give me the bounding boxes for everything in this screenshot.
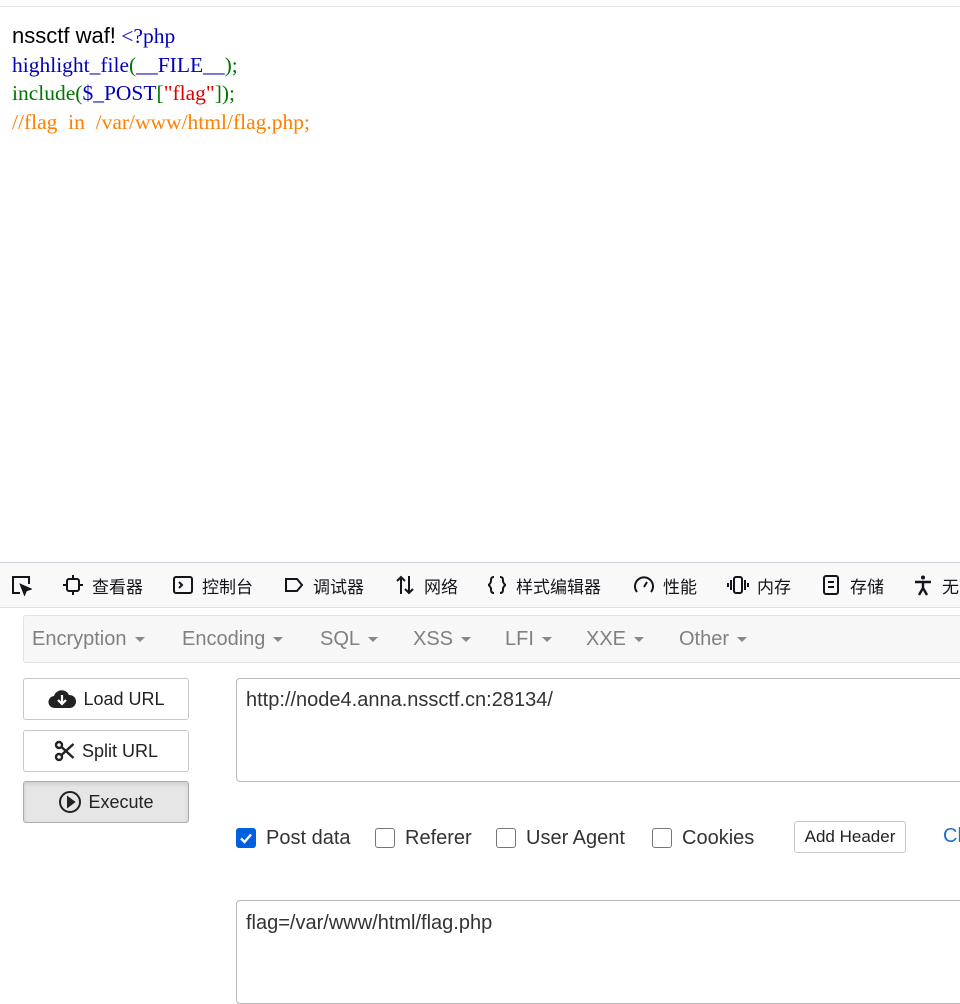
code-token: include( bbox=[12, 81, 83, 105]
url-value: http://node4.anna.nssctf.cn:28134/ bbox=[246, 689, 553, 711]
tab-debugger[interactable]: 调试器 bbox=[283, 563, 364, 607]
tab-label: 网络 bbox=[424, 577, 458, 598]
element-picker-icon bbox=[12, 576, 32, 596]
option-label: Cookies bbox=[682, 826, 755, 849]
tab-network[interactable]: 网络 bbox=[394, 563, 458, 607]
split-url-button[interactable]: Split URL bbox=[23, 730, 189, 772]
caret-down-icon bbox=[541, 637, 552, 643]
caret-down-icon bbox=[134, 637, 145, 643]
clear-all-link[interactable]: Cl bbox=[943, 825, 960, 848]
tab-inspector[interactable]: 查看器 bbox=[62, 563, 143, 607]
menu-lfi[interactable]: LFI bbox=[505, 616, 552, 662]
console-icon bbox=[173, 576, 193, 594]
menu-other[interactable]: Other bbox=[679, 616, 748, 662]
menu-label: SQL bbox=[320, 628, 361, 650]
accessibility-icon bbox=[915, 575, 931, 596]
add-header-button[interactable]: Add Header bbox=[794, 821, 906, 853]
style-editor-icon bbox=[487, 576, 507, 594]
code-token: highlight_file bbox=[12, 52, 130, 77]
code-line-3: include($_POST["flag"]); bbox=[12, 79, 310, 108]
code-token: "flag" bbox=[163, 81, 215, 105]
referer-option[interactable]: Referer bbox=[375, 825, 472, 851]
post-data-textarea[interactable]: flag=/var/www/html/flag.php bbox=[236, 900, 960, 1004]
code-token: ); bbox=[224, 52, 238, 77]
url-textarea[interactable]: http://node4.anna.nssctf.cn:28134/ bbox=[236, 678, 960, 782]
play-circle-icon bbox=[59, 791, 82, 813]
option-label: Post data bbox=[266, 826, 351, 849]
post-data-checkbox[interactable] bbox=[236, 828, 256, 848]
tab-label: 内存 bbox=[757, 577, 791, 598]
code-token: [ bbox=[156, 81, 164, 105]
cookies-option[interactable]: Cookies bbox=[652, 825, 754, 851]
tab-performance[interactable]: 性能 bbox=[633, 563, 697, 607]
code-line-1: nssctf waf! <?php bbox=[12, 22, 310, 51]
code-comment: //flag in /var/www/html/flag.php; bbox=[12, 109, 310, 134]
hackbar-menu: Encryption Encoding SQL XSS LFI XXE Othe… bbox=[23, 615, 960, 663]
inspector-icon bbox=[63, 575, 83, 595]
menu-sql[interactable]: SQL bbox=[320, 616, 379, 662]
devtools-toolbar: 查看器 控制台 调试器 网络 样式编辑器 性能 内存 存储 无 bbox=[0, 562, 960, 608]
menu-label: XXE bbox=[586, 628, 627, 650]
tab-label: 控制台 bbox=[202, 577, 253, 598]
caret-down-icon bbox=[273, 637, 284, 643]
menu-encoding[interactable]: Encoding bbox=[182, 616, 284, 662]
tab-element-picker[interactable] bbox=[10, 563, 40, 607]
code-line-2: highlight_file(__FILE__); bbox=[12, 51, 310, 80]
caret-down-icon bbox=[461, 637, 472, 643]
cookies-checkbox[interactable] bbox=[652, 828, 672, 848]
tab-memory[interactable]: 内存 bbox=[727, 563, 791, 607]
tab-console[interactable]: 控制台 bbox=[172, 563, 253, 607]
button-label: Add Header bbox=[804, 827, 896, 846]
cloud-download-icon bbox=[48, 690, 77, 709]
caret-down-icon bbox=[737, 637, 748, 643]
button-label: Execute bbox=[88, 791, 154, 812]
caret-down-icon bbox=[368, 637, 379, 643]
tab-label: 存储 bbox=[850, 577, 884, 598]
menu-label: Encoding bbox=[182, 628, 266, 650]
tab-label: 性能 bbox=[663, 577, 697, 598]
tab-label: 调试器 bbox=[313, 577, 364, 598]
menu-xss[interactable]: XSS bbox=[413, 616, 472, 662]
user-agent-option[interactable]: User Agent bbox=[496, 825, 625, 851]
tab-label: 样式编辑器 bbox=[516, 577, 601, 598]
tab-storage[interactable]: 存储 bbox=[820, 563, 884, 607]
memory-icon bbox=[727, 576, 749, 594]
user-agent-checkbox[interactable] bbox=[496, 828, 516, 848]
menu-xxe[interactable]: XXE bbox=[586, 616, 645, 662]
page-content: nssctf waf! <?php highlight_file(__FILE_… bbox=[12, 22, 310, 136]
php-open-tag: <?php bbox=[121, 24, 176, 48]
option-label: User Agent bbox=[526, 826, 625, 849]
referer-checkbox[interactable] bbox=[375, 828, 395, 848]
load-url-button[interactable]: Load URL bbox=[23, 678, 189, 720]
tab-style-editor[interactable]: 样式编辑器 bbox=[486, 563, 601, 607]
button-label: Split URL bbox=[81, 740, 159, 761]
menu-encryption[interactable]: Encryption bbox=[32, 616, 145, 662]
caret-down-icon bbox=[634, 637, 645, 643]
execute-button[interactable]: Execute bbox=[23, 781, 189, 823]
code-token: __FILE__ bbox=[136, 52, 225, 77]
network-icon bbox=[396, 575, 414, 595]
top-divider bbox=[0, 6, 960, 7]
tab-label: 无 bbox=[942, 577, 959, 598]
menu-label: Encryption bbox=[32, 628, 127, 650]
tab-accessibility[interactable]: 无 bbox=[912, 563, 959, 607]
scissors-icon bbox=[54, 740, 75, 762]
code-token: ]); bbox=[214, 81, 235, 105]
debugger-icon bbox=[285, 578, 304, 592]
menu-label: LFI bbox=[505, 628, 534, 650]
page-title: nssctf waf! bbox=[12, 23, 116, 48]
post-data-value: flag=/var/www/html/flag.php bbox=[246, 912, 493, 934]
menu-label: XSS bbox=[413, 628, 454, 650]
checkmark-icon bbox=[240, 833, 252, 844]
menu-label: Other bbox=[679, 628, 730, 650]
code-token: $_POST bbox=[82, 81, 157, 105]
post-data-option[interactable]: Post data bbox=[236, 825, 351, 851]
tab-label: 查看器 bbox=[92, 577, 143, 598]
storage-icon bbox=[823, 575, 839, 595]
button-label: Load URL bbox=[83, 688, 165, 709]
link-label: Cl bbox=[943, 825, 960, 847]
code-line-4: //flag in /var/www/html/flag.php; bbox=[12, 108, 310, 137]
performance-icon bbox=[634, 576, 654, 593]
option-label: Referer bbox=[405, 826, 472, 849]
